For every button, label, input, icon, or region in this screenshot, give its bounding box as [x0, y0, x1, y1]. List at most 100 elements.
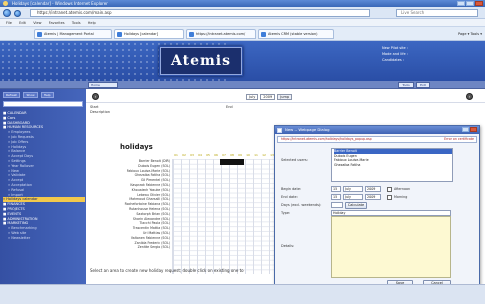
address-bar-row: https://intranet.atemis.com/main.asp Liv…: [0, 7, 485, 19]
sidebar-menu: ■ CALENDAR ■ Cars ■ DASHBOARD ■ HUMAN RESOU…: [3, 111, 85, 241]
page-tools-menu[interactable]: Page ▾ Tools ▾: [458, 30, 482, 38]
afternoon-label: Afternoon: [394, 187, 411, 191]
menu-help[interactable]: Help: [88, 19, 96, 27]
sidebar-help-button[interactable]: Help: [40, 92, 54, 98]
dialog-url: https://intranet.atemis.com/holidays/hol…: [281, 137, 372, 141]
menu-edit[interactable]: Edit: [19, 19, 26, 27]
employee-list: Barrier Benoit (DIR) Dubois Eugen (SOL) Fa…: [100, 159, 170, 250]
maximize-button[interactable]: [466, 1, 474, 6]
end-month-select[interactable]: July: [343, 194, 363, 200]
atemis-logo: Atemis: [160, 47, 242, 75]
home-button[interactable]: Home: [88, 82, 118, 88]
label-description: Description: [90, 109, 110, 114]
app-subbar: Home Tools Exit: [0, 81, 485, 89]
day-header: 04: [198, 153, 202, 157]
morning-checkbox[interactable]: [387, 194, 392, 200]
end-day-select[interactable]: 15: [331, 194, 341, 200]
begin-month-select[interactable]: July: [343, 186, 363, 192]
minimize-button[interactable]: [457, 1, 465, 6]
day-header: 12: [262, 153, 266, 157]
previous-arrow-icon[interactable]: ‹: [92, 93, 99, 100]
calendar-title: holidays: [120, 143, 153, 151]
user-info: New Pilot site : Mode and life : Candida…: [382, 45, 408, 63]
tab-label: https://intranet.atemis.com/: [196, 32, 246, 36]
selected-users-label: Selected users:: [281, 158, 308, 162]
browser-menu-bar: File Edit View Favorites Tools Help: [0, 19, 485, 27]
menu-favorites[interactable]: Favorites: [49, 19, 65, 27]
day-header: 05: [206, 153, 210, 157]
back-arrow-icon[interactable]: [3, 9, 11, 17]
details-label: Details:: [281, 244, 295, 248]
browser-title-bar: Holidays [calendar] - Windows Internet E…: [0, 0, 485, 7]
dialog-address-bar: https://intranet.atemis.com/holidays/hol…: [277, 136, 477, 143]
month-select[interactable]: July: [246, 94, 259, 100]
next-arrow-icon[interactable]: ›: [466, 93, 473, 100]
tab-label: Atemis | Management Portal: [44, 32, 94, 36]
dialog-title-bar: New -- Webpage Dialog: [275, 126, 479, 134]
jump-button[interactable]: Jump: [277, 94, 293, 100]
day-header: 02: [182, 153, 186, 157]
begin-day-select[interactable]: 15: [331, 186, 341, 192]
url-input[interactable]: https://intranet.atemis.com/main.asp: [30, 9, 370, 17]
day-header: 10: [246, 153, 250, 157]
calendar-hint: Select an area to create new holiday req…: [90, 268, 244, 273]
sidebar-refresh-button[interactable]: Refresh: [3, 92, 21, 98]
tab-bar: Atemis | Management Portal Holidays [cal…: [0, 27, 485, 41]
afternoon-checkbox[interactable]: [387, 186, 392, 192]
page-icon: [117, 32, 122, 37]
calculate-button[interactable]: Calculate: [345, 201, 367, 209]
day-header: 03: [190, 153, 194, 157]
day-header: 08: [230, 153, 234, 157]
days-label: Days (excl. weekends):: [281, 203, 322, 207]
app-header: Atemis New Pilot site : Mode and life : …: [0, 41, 485, 81]
calendar-labels: Start Description: [90, 105, 110, 114]
type-label: Type:: [281, 211, 291, 215]
end-year-select[interactable]: 2009: [365, 194, 381, 200]
day-header: 07: [222, 153, 226, 157]
close-button[interactable]: [475, 1, 483, 6]
page-icon: [189, 32, 194, 37]
dialog-page-icon: [277, 127, 282, 133]
browser-status-bar: [0, 284, 485, 304]
dialog-title: New -- Webpage Dialog: [285, 127, 330, 132]
user-info-line: Candidates :: [382, 58, 405, 62]
tab-holidays[interactable]: Holidays [calendar]: [114, 29, 184, 39]
menu-tools[interactable]: Tools: [72, 19, 81, 27]
selected-users-list[interactable]: Barrier Benoit Dubois Eugen Fabioux Loui…: [331, 148, 453, 182]
browser-title: Holidays [calendar] - Windows Internet E…: [12, 1, 108, 6]
dialog-minimize-button[interactable]: [462, 127, 469, 132]
search-input[interactable]: Live Search: [396, 9, 478, 17]
tab-atemis-portal[interactable]: Atemis | Management Portal: [34, 29, 112, 39]
begin-year-select[interactable]: 2009: [365, 186, 381, 192]
menu-view[interactable]: View: [33, 19, 41, 27]
tab-crm[interactable]: Atemis CRM (stable version): [258, 29, 334, 39]
forward-arrow-icon[interactable]: [14, 9, 21, 17]
morning-label: Morning: [394, 195, 408, 199]
days-field[interactable]: [331, 202, 343, 208]
tools-button[interactable]: Tools: [398, 82, 414, 88]
calendar-toolbar: ‹ July 2009 Jump ›: [86, 89, 485, 103]
year-select[interactable]: 2009: [260, 94, 276, 100]
page-icon: [261, 32, 266, 37]
tab-intranet[interactable]: https://intranet.atemis.com/: [186, 29, 256, 39]
employee-row: Zenitte Sergio (SOL): [137, 245, 170, 250]
page-icon: [37, 32, 42, 37]
tab-label: Atemis CRM (stable version): [268, 32, 318, 36]
exit-button[interactable]: Exit: [416, 82, 430, 88]
holiday-block[interactable]: [220, 159, 244, 165]
certificate-error[interactable]: Error on certificate: [444, 137, 474, 142]
list-item[interactable]: Ghezaiba Fatiha: [334, 163, 452, 168]
label-end: End: [226, 105, 233, 109]
tab-label: Holidays [calendar]: [124, 32, 159, 36]
sidebar-item[interactable]: » Newsletter: [3, 236, 85, 241]
dialog-close-button[interactable]: [470, 127, 477, 132]
day-header: 11: [254, 153, 258, 157]
menu-file[interactable]: File: [6, 19, 12, 27]
end-date-label: End date:: [281, 195, 298, 199]
sidebar: Refresh Show Help ■ CALENDAR ■ Cars ■ DASH…: [0, 89, 86, 284]
sidebar-search-input[interactable]: [3, 101, 83, 107]
day-header: 09: [238, 153, 242, 157]
details-textarea[interactable]: [331, 216, 451, 278]
ie-logo-icon: [3, 1, 8, 6]
sidebar-show-button[interactable]: Show: [23, 92, 38, 98]
